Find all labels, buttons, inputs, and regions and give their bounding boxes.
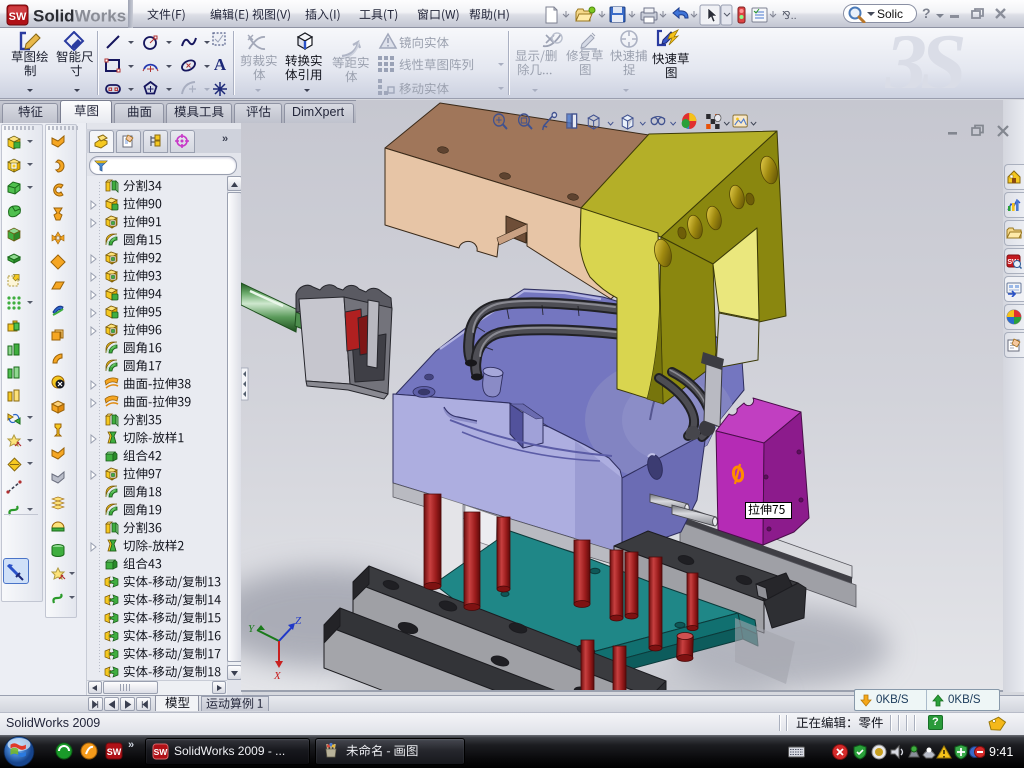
svg-text:X: X — [273, 670, 282, 682]
svg-text:⅋..: ⅋.. — [782, 10, 797, 22]
svg-text:SW: SW — [9, 11, 27, 23]
svg-text:SW: SW — [154, 747, 169, 757]
svg-text:SolidWorks: SolidWorks — [33, 7, 126, 26]
svg-text:A: A — [214, 55, 227, 74]
svg-text:SW: SW — [107, 747, 122, 757]
svg-text:Z: Z — [295, 615, 302, 627]
svg-text:Solic: Solic — [877, 7, 903, 21]
